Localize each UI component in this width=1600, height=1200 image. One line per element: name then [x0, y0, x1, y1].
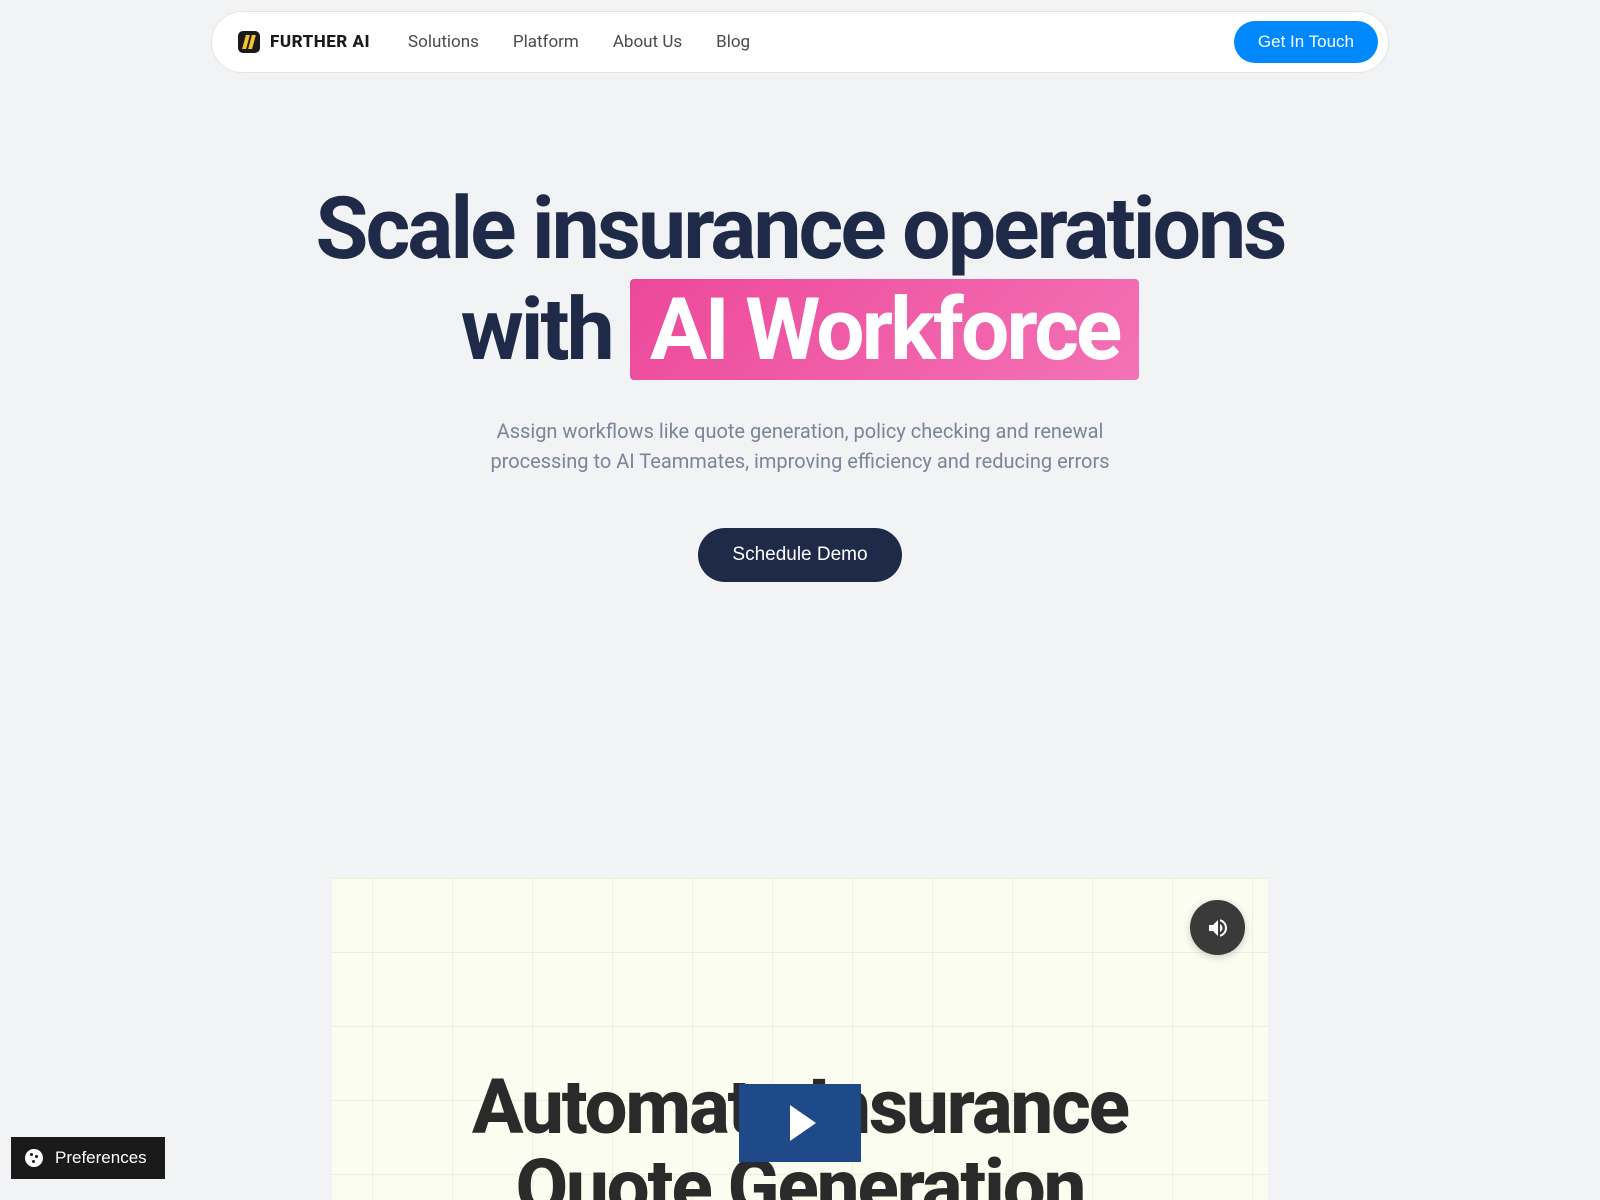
- video-section: Automate Insurance Quote Generation: [332, 878, 1268, 1200]
- nav-blog[interactable]: Blog: [716, 32, 750, 52]
- schedule-demo-button[interactable]: Schedule Demo: [698, 528, 901, 582]
- logo-icon: [238, 31, 260, 53]
- logo-text: FURTHER AI: [270, 32, 370, 52]
- cookie-icon: [25, 1149, 43, 1167]
- nav-platform[interactable]: Platform: [513, 32, 579, 52]
- logo[interactable]: FURTHER AI: [238, 31, 370, 53]
- nav-solutions[interactable]: Solutions: [408, 32, 479, 52]
- nav-about[interactable]: About Us: [613, 32, 682, 52]
- get-in-touch-button[interactable]: Get In Touch: [1234, 21, 1378, 63]
- sound-button[interactable]: [1190, 900, 1245, 955]
- preferences-label: Preferences: [55, 1148, 147, 1168]
- header-nav: FURTHER AI Solutions Platform About Us B…: [211, 11, 1389, 73]
- play-icon: [790, 1105, 816, 1141]
- play-button[interactable]: [739, 1084, 861, 1162]
- hero-description: Assign workflows like quote generation, …: [480, 416, 1120, 476]
- preferences-button[interactable]: Preferences: [11, 1137, 165, 1179]
- hero-section: Scale insurance operations with AI Workf…: [0, 180, 1600, 582]
- hero-title-line1: Scale insurance operations: [0, 180, 1600, 279]
- hero-highlight: AI Workforce: [630, 279, 1140, 380]
- hero-with: with: [461, 279, 612, 380]
- nav-links: Solutions Platform About Us Blog: [408, 32, 750, 52]
- volume-icon: [1206, 916, 1230, 940]
- hero-title-line2: with AI Workforce: [0, 279, 1600, 380]
